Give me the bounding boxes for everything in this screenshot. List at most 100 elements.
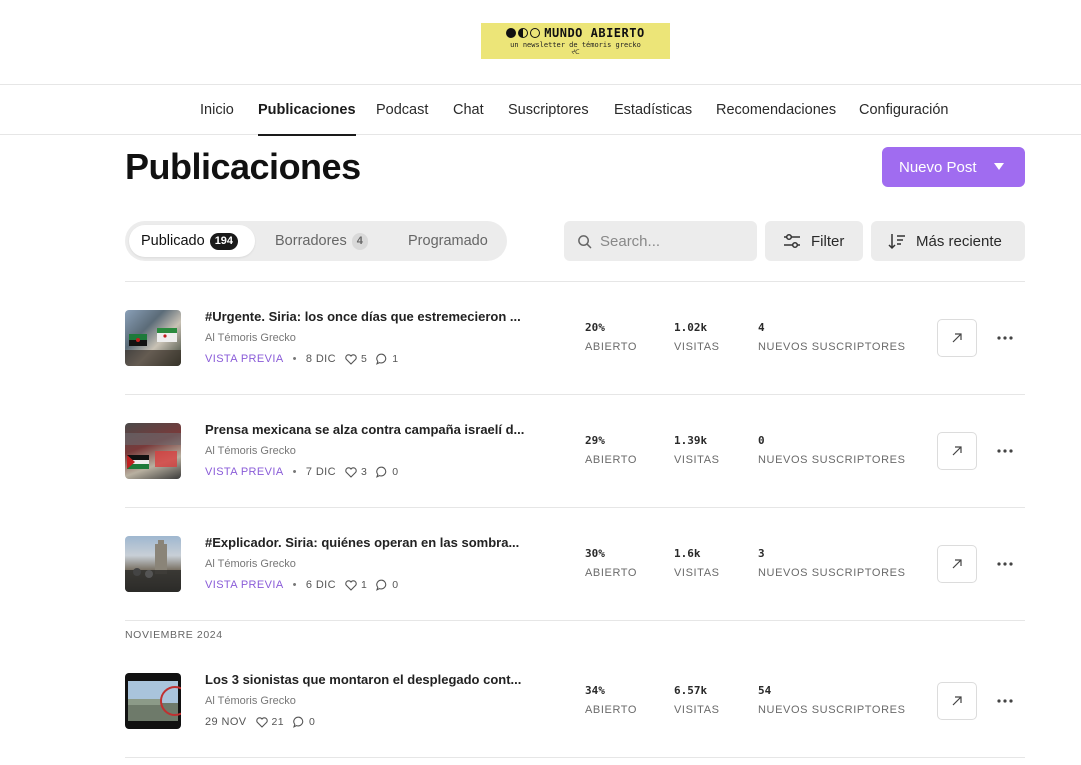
arrow-up-right-icon xyxy=(952,559,962,569)
more-options-button[interactable] xyxy=(991,319,1019,357)
preview-link[interactable]: VISTA PREVIA xyxy=(205,579,284,591)
ellipsis-icon xyxy=(997,562,1013,566)
nav-item-recomendaciones[interactable]: Recomendaciones xyxy=(716,85,836,135)
post-thumbnail[interactable] xyxy=(125,536,181,592)
filter-button[interactable]: Filter xyxy=(765,221,863,261)
tab-publicado[interactable]: Publicado 194 xyxy=(129,225,255,257)
logo-dots-icon xyxy=(506,28,541,38)
post-author: Al Témoris Grecko xyxy=(205,558,296,570)
page-title: Publicaciones xyxy=(125,146,361,187)
top-bar: MUNDO ABIERTO un newsletter de témoris g… xyxy=(0,0,1081,85)
status-tabs: Publicado 194 Borradores 4 Programado xyxy=(125,221,507,261)
nav-item-chat[interactable]: Chat xyxy=(453,85,484,135)
post-author: Al Témoris Grecko xyxy=(205,695,296,707)
views-metric: 1.02k VISITAS xyxy=(674,321,720,353)
likes-count: 1 xyxy=(345,579,367,591)
filter-label: Filter xyxy=(811,232,845,250)
nav-item-publicaciones[interactable]: Publicaciones xyxy=(258,85,356,136)
comments-count: 1 xyxy=(376,353,398,365)
post-date: 6 DIC xyxy=(305,579,336,591)
logo-mark: ᔪᑕ xyxy=(571,49,580,56)
divider xyxy=(125,620,1025,621)
nav-item-estadisticas[interactable]: Estadísticas xyxy=(614,85,692,135)
heart-icon xyxy=(345,579,357,591)
likes-count: 3 xyxy=(345,466,367,478)
publication-logo[interactable]: MUNDO ABIERTO un newsletter de témoris g… xyxy=(481,23,670,59)
views-metric: 1.6k VISITAS xyxy=(674,547,720,579)
comment-icon xyxy=(376,579,387,591)
likes-count: 21 xyxy=(255,716,284,728)
post-meta: VISTA PREVIA • 6 DIC 1 0 xyxy=(205,579,399,591)
tab-label: Programado xyxy=(408,233,488,249)
new-subscribers-metric: 3 NUEVOS SUSCRIPTORES xyxy=(758,547,906,579)
open-post-button[interactable] xyxy=(937,545,977,583)
new-post-label: Nuevo Post xyxy=(899,158,977,176)
nav-item-suscriptores[interactable]: Suscriptores xyxy=(508,85,589,135)
ellipsis-icon xyxy=(997,336,1013,340)
open-rate-metric: 20% ABIERTO xyxy=(585,321,638,353)
comment-icon xyxy=(376,466,387,478)
ellipsis-icon xyxy=(997,449,1013,453)
post-title[interactable]: Los 3 sionistas que montaron el desplega… xyxy=(205,672,545,687)
open-rate-metric: 29% ABIERTO xyxy=(585,434,638,466)
count-badge: 4 xyxy=(351,232,368,250)
arrow-up-right-icon xyxy=(952,333,962,343)
heart-icon xyxy=(255,716,268,728)
post-thumbnail[interactable] xyxy=(125,310,181,366)
search-box[interactable] xyxy=(564,221,757,261)
post-date: 7 DIC xyxy=(305,466,336,478)
logo-subtitle: un newsletter de témoris grecko xyxy=(510,41,641,49)
preview-link[interactable]: VISTA PREVIA xyxy=(205,353,284,365)
likes-count: 5 xyxy=(345,353,367,365)
post-thumbnail[interactable] xyxy=(125,673,181,729)
count-badge: 194 xyxy=(209,232,239,250)
post-author: Al Témoris Grecko xyxy=(205,332,296,344)
post-row: Los 3 sionistas que montaron el desplega… xyxy=(125,644,1025,757)
caret-down-icon xyxy=(994,163,1004,170)
open-post-button[interactable] xyxy=(937,682,977,720)
sort-button[interactable]: Más reciente xyxy=(871,221,1025,261)
tab-programado[interactable]: Programado xyxy=(396,225,502,257)
post-thumbnail[interactable] xyxy=(125,423,181,479)
post-title[interactable]: #Urgente. Siria: los once días que estre… xyxy=(205,309,545,324)
more-options-button[interactable] xyxy=(991,545,1019,583)
comment-icon xyxy=(376,353,387,365)
post-meta: VISTA PREVIA • 8 DIC 5 1 xyxy=(205,353,399,365)
main-nav: Inicio Publicaciones Podcast Chat Suscri… xyxy=(0,85,1081,136)
tab-borradores[interactable]: Borradores 4 xyxy=(263,225,381,257)
post-date: 29 NOV xyxy=(205,716,247,728)
post-meta: 29 NOV 21 0 xyxy=(205,716,315,728)
new-subscribers-metric: 54 NUEVOS SUSCRIPTORES xyxy=(758,684,906,716)
nav-item-podcast[interactable]: Podcast xyxy=(376,85,428,135)
tab-label: Publicado xyxy=(141,233,205,249)
tab-label: Borradores xyxy=(275,233,347,249)
search-icon xyxy=(578,234,592,248)
post-meta: VISTA PREVIA • 7 DIC 3 0 xyxy=(205,466,399,478)
comment-icon xyxy=(293,716,304,728)
open-post-button[interactable] xyxy=(937,319,977,357)
comments-count: 0 xyxy=(376,466,398,478)
ellipsis-icon xyxy=(997,699,1013,703)
nav-item-configuracion[interactable]: Configuración xyxy=(859,85,948,135)
open-post-button[interactable] xyxy=(937,432,977,470)
month-section-label: NOVIEMBRE 2024 xyxy=(125,629,223,641)
divider xyxy=(125,757,1025,758)
comments-count: 0 xyxy=(293,716,315,728)
sort-descending-icon xyxy=(888,234,905,250)
sliders-icon xyxy=(784,233,800,249)
open-rate-metric: 34% ABIERTO xyxy=(585,684,638,716)
new-subscribers-metric: 4 NUEVOS SUSCRIPTORES xyxy=(758,321,906,353)
heart-icon xyxy=(345,353,357,365)
post-title[interactable]: Prensa mexicana se alza contra campaña i… xyxy=(205,422,545,437)
post-title[interactable]: #Explicador. Siria: quiénes operan en la… xyxy=(205,535,545,550)
nav-item-inicio[interactable]: Inicio xyxy=(200,85,234,135)
sort-label: Más reciente xyxy=(916,232,1002,250)
new-subscribers-metric: 0 NUEVOS SUSCRIPTORES xyxy=(758,434,906,466)
preview-link[interactable]: VISTA PREVIA xyxy=(205,466,284,478)
search-input[interactable] xyxy=(600,232,750,250)
views-metric: 6.57k VISITAS xyxy=(674,684,720,716)
more-options-button[interactable] xyxy=(991,432,1019,470)
more-options-button[interactable] xyxy=(991,682,1019,720)
new-post-button[interactable]: Nuevo Post xyxy=(882,147,1025,187)
post-row: #Urgente. Siria: los once días que estre… xyxy=(125,281,1025,394)
